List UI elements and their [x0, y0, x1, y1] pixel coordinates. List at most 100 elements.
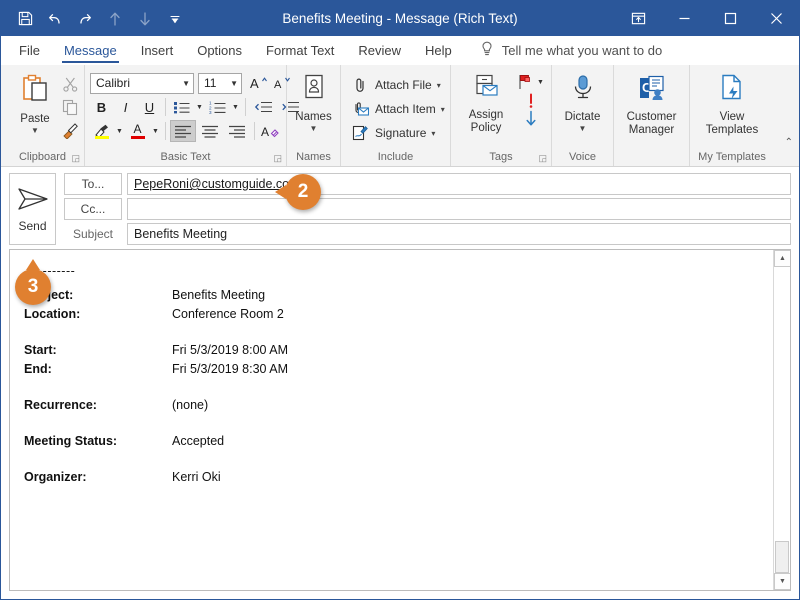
paste-button[interactable]: Paste ▼: [12, 70, 58, 141]
decrease-indent-icon[interactable]: [250, 96, 276, 118]
align-left-icon[interactable]: [170, 120, 196, 142]
tab-format-text[interactable]: Format Text: [254, 36, 346, 64]
numbering-icon[interactable]: 123: [206, 96, 229, 118]
attach-file-button[interactable]: Attach File ▾: [346, 73, 449, 97]
tab-insert[interactable]: Insert: [129, 36, 186, 64]
scroll-track[interactable]: [774, 267, 790, 573]
signature-caret[interactable]: ▾: [431, 129, 435, 138]
customer-manager-icon: C: [635, 74, 669, 108]
view-templates-button[interactable]: View Templates: [697, 70, 767, 137]
flag-icon[interactable]: [515, 72, 535, 92]
scroll-down-icon[interactable]: ▼: [774, 573, 790, 590]
bold-icon[interactable]: B: [90, 96, 113, 118]
underline-icon[interactable]: U: [138, 96, 161, 118]
undo-icon[interactable]: [41, 5, 69, 33]
svg-text:A: A: [274, 79, 282, 91]
svg-text:3: 3: [209, 110, 212, 114]
body-key: End:: [24, 362, 52, 376]
format-painter-icon[interactable]: [58, 119, 82, 141]
italic-icon[interactable]: I: [114, 96, 137, 118]
message-body[interactable]: ----------- Subject: Benefits Meeting Lo…: [10, 250, 773, 590]
customize-quick-access-toolbar-icon[interactable]: [161, 5, 189, 33]
highlight-dropdown-caret[interactable]: ▼: [114, 128, 125, 135]
bullets-icon[interactable]: [170, 96, 193, 118]
tags-dialog-launcher-icon[interactable]: ◲: [538, 153, 547, 164]
basic-text-dialog-launcher-icon[interactable]: ◲: [273, 153, 282, 164]
attach-item-button[interactable]: Attach Item ▾: [346, 97, 449, 121]
body-value: Accepted: [172, 434, 225, 448]
scroll-up-icon[interactable]: ▲: [774, 250, 790, 267]
font-size-combo[interactable]: 11 ▼: [198, 72, 242, 94]
ribbon-group-clipboard: Paste ▼ Clipboard ◲: [1, 65, 85, 166]
names-button[interactable]: Names ▼: [292, 70, 335, 133]
tab-help[interactable]: Help: [413, 36, 464, 64]
attach-item-caret[interactable]: ▾: [441, 105, 445, 114]
message-body-area: ----------- Subject: Benefits Meeting Lo…: [9, 249, 791, 591]
next-item-icon[interactable]: [131, 5, 159, 33]
align-center-icon[interactable]: [197, 120, 223, 142]
subject-row: Subject Benefits Meeting: [64, 223, 791, 245]
highlight-icon[interactable]: [90, 120, 113, 142]
body-row-start: Start: Fri 5/3/2019 8:00 AM: [24, 341, 773, 360]
flag-dropdown-caret[interactable]: ▼: [535, 79, 546, 86]
callout-number: 2: [297, 181, 309, 202]
minimize-icon[interactable]: [661, 1, 707, 36]
grow-font-icon[interactable]: A: [247, 72, 270, 94]
redo-icon[interactable]: [71, 5, 99, 33]
ribbon-group-include: Attach File ▾ Attach Item ▾ Signature ▾ …: [341, 65, 451, 166]
save-icon[interactable]: [11, 5, 39, 33]
signature-button[interactable]: Signature ▾: [346, 121, 449, 145]
outlook-message-window: Benefits Meeting - Message (Rich Text) F…: [0, 0, 800, 600]
dictate-button[interactable]: Dictate ▼: [557, 70, 608, 133]
close-icon[interactable]: [753, 1, 799, 36]
callout-badge-3: 3: [15, 259, 51, 305]
previous-item-icon[interactable]: [101, 5, 129, 33]
clipboard-dialog-launcher-icon[interactable]: ◲: [71, 153, 80, 164]
dictate-dropdown-caret[interactable]: ▼: [579, 125, 587, 133]
message-header: Send To... PepeRoni@customguide.com; Cc.…: [1, 167, 799, 249]
recipient-fields: To... PepeRoni@customguide.com; Cc... Su…: [64, 173, 791, 245]
tab-options[interactable]: Options: [185, 36, 254, 64]
callout-tail: [26, 259, 40, 270]
tell-me-search[interactable]: Tell me what you want to do: [470, 36, 672, 64]
to-row: To... PepeRoni@customguide.com;: [64, 173, 791, 195]
align-right-icon[interactable]: [224, 120, 250, 142]
customer-manager-button[interactable]: C Customer Manager: [619, 70, 684, 137]
font-name-combo[interactable]: Calibri ▼: [90, 72, 194, 94]
callout-number: 3: [27, 276, 39, 297]
body-vertical-scrollbar[interactable]: ▲ ▼: [773, 250, 790, 590]
font-color-dropdown-caret[interactable]: ▼: [150, 128, 161, 135]
tab-message[interactable]: Message: [52, 36, 129, 64]
body-value: Conference Room 2: [172, 307, 284, 321]
to-input[interactable]: PepeRoni@customguide.com;: [127, 173, 791, 195]
ribbon-display-options-icon[interactable]: [615, 1, 661, 36]
collapse-ribbon-icon[interactable]: ⌃: [785, 137, 793, 148]
scroll-thumb[interactable]: [775, 541, 789, 573]
clear-formatting-icon[interactable]: A: [259, 120, 282, 142]
high-importance-icon[interactable]: [521, 92, 541, 110]
customer-manager-group-label: [614, 150, 689, 166]
copy-icon[interactable]: [58, 96, 82, 118]
subject-input[interactable]: Benefits Meeting: [127, 223, 791, 245]
paste-dropdown-caret[interactable]: ▼: [31, 127, 39, 135]
numbering-dropdown-caret[interactable]: ▼: [230, 104, 241, 111]
attach-item-icon: [350, 99, 370, 119]
maximize-icon[interactable]: [707, 1, 753, 36]
cc-input[interactable]: [127, 198, 791, 220]
scissors-icon[interactable]: [58, 73, 82, 95]
tab-review[interactable]: Review: [346, 36, 413, 64]
assign-policy-button[interactable]: Assign Policy: [459, 70, 513, 135]
attach-file-caret[interactable]: ▾: [437, 81, 441, 90]
assign-policy-label: Assign Policy: [468, 109, 504, 134]
low-importance-icon[interactable]: [521, 110, 541, 128]
names-dropdown-caret[interactable]: ▼: [310, 125, 318, 133]
chevron-down-icon: ▼: [182, 78, 190, 88]
to-button[interactable]: To...: [64, 173, 122, 195]
bullets-dropdown-caret[interactable]: ▼: [194, 104, 205, 111]
font-color-icon[interactable]: A: [126, 120, 149, 142]
tab-file[interactable]: File: [7, 36, 52, 64]
send-button[interactable]: Send: [9, 173, 56, 245]
cc-button[interactable]: Cc...: [64, 198, 122, 220]
